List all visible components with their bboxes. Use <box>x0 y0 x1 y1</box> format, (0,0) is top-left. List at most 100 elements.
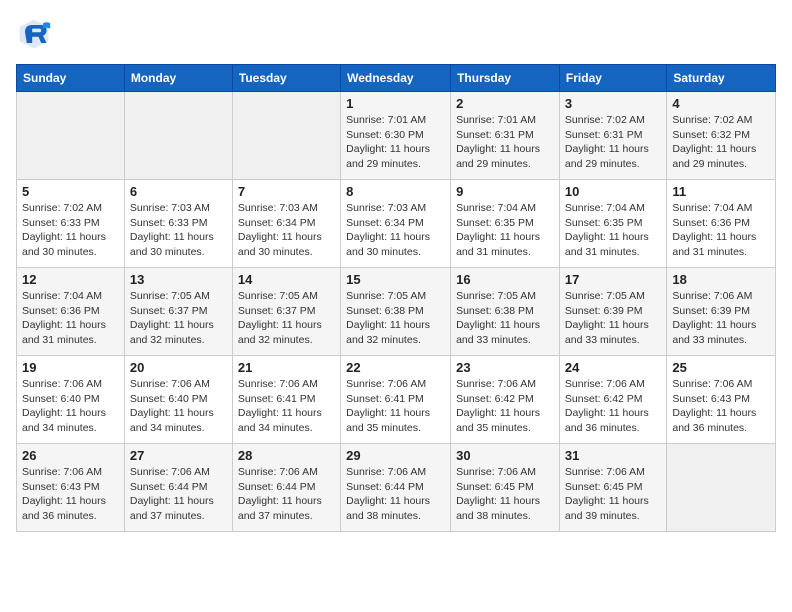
day-number: 23 <box>456 360 554 375</box>
calendar-cell: 24Sunrise: 7:06 AM Sunset: 6:42 PM Dayli… <box>559 356 666 444</box>
calendar-cell: 15 Sunrise: 7:05 AM Sunset: 6:38 PM Dayli… <box>341 268 451 356</box>
day-info: Sunrise: 7:06 AM Sunset: 6:45 PM Dayligh… <box>565 465 661 524</box>
day-info: Sunrise: 7:01 AM Sunset: 6:30 PM Dayligh… <box>346 113 445 172</box>
day-info: Sunrise: 7:06 AM Sunset: 6:43 PM Dayligh… <box>672 377 770 436</box>
day-info: Sunrise: 7:05 AM Sunset: 6:37 PM Dayligh… <box>238 289 335 348</box>
day-number: 2 <box>456 96 554 111</box>
calendar-cell: 25 Sunrise: 7:06 AM Sunset: 6:43 PM Dayli… <box>667 356 776 444</box>
calendar-cell: 4 Sunrise: 7:02 AM Sunset: 6:32 PM Daylig… <box>667 92 776 180</box>
calendar-cell: 8Sunrise: 7:03 AM Sunset: 6:34 PM Daylig… <box>341 180 451 268</box>
calendar-cell: 12 Sunrise: 7:04 AM Sunset: 6:36 PM Dayli… <box>17 268 125 356</box>
calendar-cell: 14 Sunrise: 7:05 AM Sunset: 6:37 PM Dayli… <box>232 268 340 356</box>
calendar-cell: 26Sunrise: 7:06 AM Sunset: 6:43 PM Dayli… <box>17 444 125 532</box>
day-number: 13 <box>130 272 227 287</box>
calendar-body: 1 Sunrise: 7:01 AM Sunset: 6:30 PM Daylig… <box>17 92 776 532</box>
day-info: Sunrise: 7:06 AM Sunset: 6:44 PM Dayligh… <box>346 465 445 524</box>
day-number: 25 <box>672 360 770 375</box>
day-info: Sunrise: 7:05 AM Sunset: 6:39 PM Dayligh… <box>565 289 661 348</box>
day-info: Sunrise: 7:05 AM Sunset: 6:38 PM Dayligh… <box>456 289 554 348</box>
calendar-cell: 17 Sunrise: 7:05 AM Sunset: 6:39 PM Dayli… <box>559 268 666 356</box>
calendar-cell: 21Sunrise: 7:06 AM Sunset: 6:41 PM Dayli… <box>232 356 340 444</box>
week-row-5: 26Sunrise: 7:06 AM Sunset: 6:43 PM Dayli… <box>17 444 776 532</box>
day-number: 31 <box>565 448 661 463</box>
day-number: 12 <box>22 272 119 287</box>
logo <box>16 16 56 52</box>
day-info: Sunrise: 7:02 AM Sunset: 6:31 PM Dayligh… <box>565 113 661 172</box>
day-info: Sunrise: 7:04 AM Sunset: 6:36 PM Dayligh… <box>672 201 770 260</box>
day-number: 3 <box>565 96 661 111</box>
day-number: 7 <box>238 184 335 199</box>
day-info: Sunrise: 7:03 AM Sunset: 6:33 PM Dayligh… <box>130 201 227 260</box>
calendar-cell: 13Sunrise: 7:05 AM Sunset: 6:37 PM Dayli… <box>124 268 232 356</box>
calendar-cell: 10Sunrise: 7:04 AM Sunset: 6:35 PM Dayli… <box>559 180 666 268</box>
day-number: 29 <box>346 448 445 463</box>
calendar-cell <box>232 92 340 180</box>
day-number: 4 <box>672 96 770 111</box>
day-number: 30 <box>456 448 554 463</box>
calendar-cell: 1 Sunrise: 7:01 AM Sunset: 6:30 PM Daylig… <box>341 92 451 180</box>
weekday-header-sunday: Sunday <box>17 65 125 92</box>
day-number: 6 <box>130 184 227 199</box>
day-info: Sunrise: 7:06 AM Sunset: 6:40 PM Dayligh… <box>130 377 227 436</box>
calendar-cell: 3 Sunrise: 7:02 AM Sunset: 6:31 PM Daylig… <box>559 92 666 180</box>
calendar-cell: 2 Sunrise: 7:01 AM Sunset: 6:31 PM Daylig… <box>451 92 560 180</box>
day-number: 20 <box>130 360 227 375</box>
day-number: 14 <box>238 272 335 287</box>
calendar-cell: 16 Sunrise: 7:05 AM Sunset: 6:38 PM Dayli… <box>451 268 560 356</box>
day-info: Sunrise: 7:04 AM Sunset: 6:36 PM Dayligh… <box>22 289 119 348</box>
day-info: Sunrise: 7:05 AM Sunset: 6:38 PM Dayligh… <box>346 289 445 348</box>
week-row-3: 12 Sunrise: 7:04 AM Sunset: 6:36 PM Dayli… <box>17 268 776 356</box>
calendar-cell: 29 Sunrise: 7:06 AM Sunset: 6:44 PM Dayli… <box>341 444 451 532</box>
week-row-4: 19 Sunrise: 7:06 AM Sunset: 6:40 PM Dayli… <box>17 356 776 444</box>
week-row-1: 1 Sunrise: 7:01 AM Sunset: 6:30 PM Daylig… <box>17 92 776 180</box>
calendar-cell: 18 Sunrise: 7:06 AM Sunset: 6:39 PM Dayli… <box>667 268 776 356</box>
day-info: Sunrise: 7:06 AM Sunset: 6:42 PM Dayligh… <box>456 377 554 436</box>
day-info: Sunrise: 7:06 AM Sunset: 6:41 PM Dayligh… <box>346 377 445 436</box>
day-number: 11 <box>672 184 770 199</box>
day-info: Sunrise: 7:06 AM Sunset: 6:43 PM Dayligh… <box>22 465 119 524</box>
calendar-cell: 27 Sunrise: 7:06 AM Sunset: 6:44 PM Dayli… <box>124 444 232 532</box>
day-info: Sunrise: 7:01 AM Sunset: 6:31 PM Dayligh… <box>456 113 554 172</box>
calendar-cell: 22 Sunrise: 7:06 AM Sunset: 6:41 PM Dayli… <box>341 356 451 444</box>
day-info: Sunrise: 7:06 AM Sunset: 6:42 PM Dayligh… <box>565 377 661 436</box>
day-number: 9 <box>456 184 554 199</box>
day-info: Sunrise: 7:06 AM Sunset: 6:44 PM Dayligh… <box>130 465 227 524</box>
day-number: 10 <box>565 184 661 199</box>
day-info: Sunrise: 7:06 AM Sunset: 6:39 PM Dayligh… <box>672 289 770 348</box>
calendar-cell: 9Sunrise: 7:04 AM Sunset: 6:35 PM Daylig… <box>451 180 560 268</box>
day-info: Sunrise: 7:06 AM Sunset: 6:45 PM Dayligh… <box>456 465 554 524</box>
weekday-header-saturday: Saturday <box>667 65 776 92</box>
calendar-cell: 20 Sunrise: 7:06 AM Sunset: 6:40 PM Dayli… <box>124 356 232 444</box>
day-number: 28 <box>238 448 335 463</box>
day-number: 1 <box>346 96 445 111</box>
logo-icon <box>16 16 52 52</box>
calendar-cell: 23 Sunrise: 7:06 AM Sunset: 6:42 PM Dayli… <box>451 356 560 444</box>
week-row-2: 5Sunrise: 7:02 AM Sunset: 6:33 PM Daylig… <box>17 180 776 268</box>
weekday-header-tuesday: Tuesday <box>232 65 340 92</box>
weekday-header-row: SundayMondayTuesdayWednesdayThursdayFrid… <box>17 65 776 92</box>
day-number: 27 <box>130 448 227 463</box>
weekday-header-monday: Monday <box>124 65 232 92</box>
calendar-cell: 30 Sunrise: 7:06 AM Sunset: 6:45 PM Dayli… <box>451 444 560 532</box>
day-info: Sunrise: 7:06 AM Sunset: 6:41 PM Dayligh… <box>238 377 335 436</box>
calendar-cell: 7 Sunrise: 7:03 AM Sunset: 6:34 PM Daylig… <box>232 180 340 268</box>
calendar-cell: 19Sunrise: 7:06 AM Sunset: 6:40 PM Dayli… <box>17 356 125 444</box>
day-number: 18 <box>672 272 770 287</box>
day-number: 8 <box>346 184 445 199</box>
page-header <box>16 16 776 52</box>
day-number: 22 <box>346 360 445 375</box>
calendar-cell <box>667 444 776 532</box>
day-info: Sunrise: 7:06 AM Sunset: 6:44 PM Dayligh… <box>238 465 335 524</box>
calendar-cell: 6 Sunrise: 7:03 AM Sunset: 6:33 PM Daylig… <box>124 180 232 268</box>
weekday-header-wednesday: Wednesday <box>341 65 451 92</box>
day-number: 16 <box>456 272 554 287</box>
day-number: 19 <box>22 360 119 375</box>
day-info: Sunrise: 7:03 AM Sunset: 6:34 PM Dayligh… <box>238 201 335 260</box>
weekday-header-thursday: Thursday <box>451 65 560 92</box>
day-number: 15 <box>346 272 445 287</box>
calendar-cell <box>124 92 232 180</box>
calendar-cell: 31 Sunrise: 7:06 AM Sunset: 6:45 PM Dayli… <box>559 444 666 532</box>
day-info: Sunrise: 7:02 AM Sunset: 6:32 PM Dayligh… <box>672 113 770 172</box>
day-number: 17 <box>565 272 661 287</box>
calendar-cell: 11 Sunrise: 7:04 AM Sunset: 6:36 PM Dayli… <box>667 180 776 268</box>
